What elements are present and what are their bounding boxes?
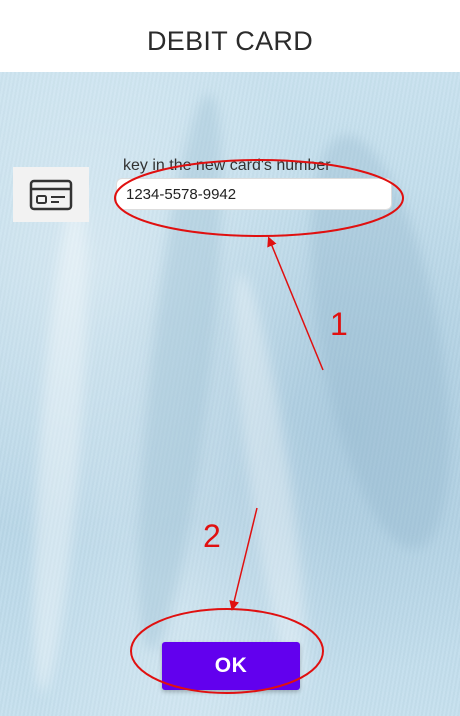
card-number-label: key in the new card's number <box>123 157 331 174</box>
app-header: DEBIT CARD <box>0 0 460 72</box>
page-title: DEBIT CARD <box>146 25 314 56</box>
debit-card-screen: DEBIT CARD key in the new card's number … <box>0 0 460 716</box>
fabric-highlight <box>22 191 98 693</box>
card-icon-container <box>13 167 89 222</box>
ok-button[interactable]: OK <box>162 642 300 690</box>
step-1-label: 1 <box>330 306 348 342</box>
card-number-input[interactable] <box>116 178 392 210</box>
credit-card-icon <box>29 179 73 210</box>
fabric-highlight <box>220 271 320 693</box>
step-2-label: 2 <box>203 518 221 554</box>
